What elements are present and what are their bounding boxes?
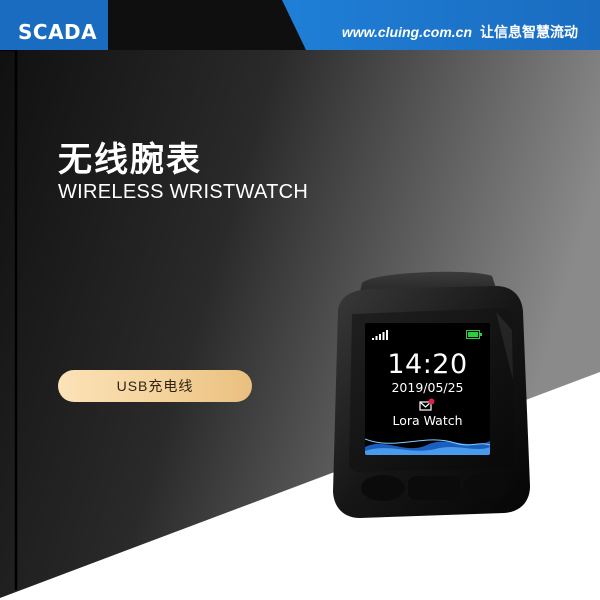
- dark-panel: [0, 0, 600, 598]
- brand-logo: SCADA: [18, 20, 98, 44]
- product-banner: SCADA www.cluing.com.cn 让信息智慧流动 无线腕表 WIRE…: [0, 0, 600, 600]
- header-tagline: www.cluing.com.cn 让信息智慧流动: [342, 22, 578, 42]
- mail-icon: [419, 398, 435, 411]
- header-dark-wedge: [108, 0, 306, 50]
- website-link[interactable]: www.cluing.com.cn: [342, 24, 472, 40]
- wave-graphic: [365, 438, 490, 455]
- product-title-cn: 无线腕表: [58, 140, 202, 180]
- signal-icon: [372, 330, 388, 340]
- watch-date: 2019/05/25: [391, 380, 464, 395]
- product-title-en: WIRELESS WRISTWATCH: [58, 181, 309, 203]
- watch-screen: 14:20 2019/05/25 Lora Watch: [365, 323, 490, 455]
- watch-app-name: Lora Watch: [392, 413, 463, 428]
- slogan-text: 让信息智慧流动: [480, 24, 578, 40]
- watch-time: 14:20: [387, 349, 468, 380]
- battery-icon: [466, 330, 482, 339]
- background: [0, 0, 600, 598]
- accessory-pill: USB充电线: [58, 370, 252, 402]
